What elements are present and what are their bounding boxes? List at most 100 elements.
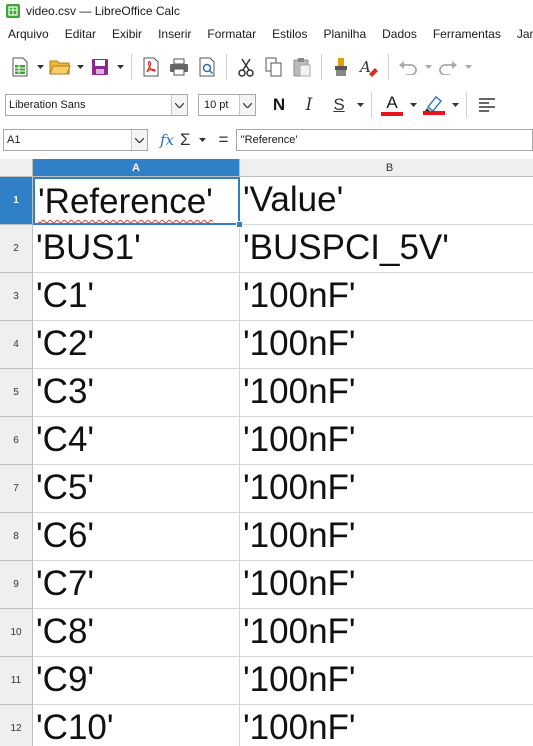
cell-column-b[interactable]: '100nF' bbox=[240, 657, 533, 705]
cell-column-a[interactable]: 'C1' bbox=[33, 273, 240, 321]
highlight-dropdown-arrow-icon[interactable] bbox=[449, 90, 461, 120]
undo-icon[interactable] bbox=[394, 52, 422, 82]
cell-column-b[interactable]: '100nF' bbox=[240, 609, 533, 657]
column-header-a[interactable]: A bbox=[33, 159, 240, 177]
menu-dados[interactable]: Dados bbox=[374, 22, 425, 46]
menu-inserir[interactable]: Inserir bbox=[150, 22, 199, 46]
cell-column-a[interactable]: 'C2' bbox=[33, 321, 240, 369]
cell-column-b[interactable]: '100nF' bbox=[240, 321, 533, 369]
print-preview-icon[interactable] bbox=[193, 52, 221, 82]
font-name-combobox[interactable]: Liberation Sans bbox=[5, 94, 188, 116]
align-left-icon[interactable] bbox=[472, 91, 502, 119]
name-box-value: A1 bbox=[7, 134, 21, 146]
cell-text: '100nF' bbox=[243, 276, 356, 315]
row-header[interactable]: 4 bbox=[0, 321, 33, 369]
cell-column-a[interactable]: 'C7' bbox=[33, 561, 240, 609]
menu-planilha[interactable]: Planilha bbox=[315, 22, 374, 46]
cell-text: '100nF' bbox=[243, 372, 356, 411]
row-header[interactable]: 6 bbox=[0, 417, 33, 465]
chevron-down-icon[interactable] bbox=[131, 130, 147, 150]
bold-button[interactable]: N bbox=[264, 91, 294, 119]
sum-icon[interactable]: Σ bbox=[180, 130, 191, 150]
fill-handle[interactable] bbox=[236, 221, 243, 228]
print-icon[interactable] bbox=[165, 52, 193, 82]
row-header[interactable]: 11 bbox=[0, 657, 33, 705]
save-icon[interactable] bbox=[86, 52, 114, 82]
font-color-dropdown-arrow-icon[interactable] bbox=[407, 90, 419, 120]
cell-column-a[interactable]: 'C8' bbox=[33, 609, 240, 657]
cell-text: 'C9' bbox=[36, 660, 95, 699]
cell-text: '100nF' bbox=[243, 612, 356, 651]
row-header[interactable]: 10 bbox=[0, 609, 33, 657]
row-header[interactable]: 7 bbox=[0, 465, 33, 513]
row-header[interactable]: 2 bbox=[0, 225, 33, 273]
menu-exibir[interactable]: Exibir bbox=[104, 22, 150, 46]
cell-column-a[interactable]: 'C9' bbox=[33, 657, 240, 705]
new-spreadsheet-icon[interactable] bbox=[6, 52, 34, 82]
save-dropdown-arrow-icon[interactable] bbox=[114, 52, 126, 82]
copy-icon[interactable] bbox=[260, 52, 288, 82]
cell-column-b[interactable]: 'BUSPCI_5V' bbox=[240, 225, 533, 273]
cell-column-a[interactable]: 'C6' bbox=[33, 513, 240, 561]
cell-column-b[interactable]: '100nF' bbox=[240, 417, 533, 465]
row-header[interactable]: 8 bbox=[0, 513, 33, 561]
select-all-corner[interactable] bbox=[0, 159, 33, 177]
cell-column-b[interactable]: '100nF' bbox=[240, 465, 533, 513]
cell-column-b[interactable]: '100nF' bbox=[240, 705, 533, 746]
cell-column-b[interactable]: '100nF' bbox=[240, 561, 533, 609]
toolbar-separator bbox=[466, 92, 467, 118]
formula-input[interactable]: ''Reference' bbox=[236, 129, 533, 151]
cut-icon[interactable] bbox=[232, 52, 260, 82]
row-header[interactable]: 12 bbox=[0, 705, 33, 746]
cell-text: 'Reference' bbox=[38, 182, 213, 221]
sum-dropdown-arrow-icon[interactable] bbox=[197, 127, 209, 153]
cell-text: '100nF' bbox=[243, 420, 356, 459]
cell-column-a[interactable]: 'C5' bbox=[33, 465, 240, 513]
open-folder-icon[interactable] bbox=[46, 52, 74, 82]
underline-button[interactable]: S bbox=[324, 91, 354, 119]
clone-formatting-icon[interactable] bbox=[327, 52, 355, 82]
cell-text: 'BUS1' bbox=[36, 228, 141, 267]
active-cell-a1[interactable]: 'Reference' bbox=[33, 177, 240, 225]
paste-icon[interactable] bbox=[288, 52, 316, 82]
cell-column-b[interactable]: '100nF' bbox=[240, 513, 533, 561]
open-dropdown-arrow-icon[interactable] bbox=[74, 52, 86, 82]
column-header-b[interactable]: B bbox=[240, 159, 533, 177]
underline-dropdown-arrow-icon[interactable] bbox=[354, 90, 366, 120]
row-header[interactable]: 9 bbox=[0, 561, 33, 609]
chevron-down-icon[interactable] bbox=[239, 95, 255, 115]
function-wizard-icon[interactable]: fx bbox=[160, 131, 174, 149]
cell-column-b[interactable]: '100nF' bbox=[240, 369, 533, 417]
font-color-button[interactable]: A bbox=[377, 91, 407, 119]
row-header[interactable]: 3 bbox=[0, 273, 33, 321]
spreadsheet-grid[interactable]: A B 1 'Reference' 'Value' 2 'BUS1' 'BUSPCI_5V… bbox=[0, 159, 533, 746]
cell-column-b[interactable]: 'Value' bbox=[240, 177, 533, 225]
highlight-color-button[interactable] bbox=[419, 91, 449, 119]
clear-formatting-icon[interactable]: A bbox=[355, 52, 383, 82]
menu-ferramentas[interactable]: Ferramentas bbox=[425, 22, 509, 46]
export-pdf-icon[interactable] bbox=[137, 52, 165, 82]
menu-formatar[interactable]: Formatar bbox=[199, 22, 264, 46]
italic-button[interactable]: I bbox=[294, 91, 324, 119]
menu-arquivo[interactable]: Arquivo bbox=[0, 22, 57, 46]
undo-dropdown-arrow-icon[interactable] bbox=[422, 52, 434, 82]
cell-column-a[interactable]: 'C4' bbox=[33, 417, 240, 465]
cell-column-a[interactable]: 'C10' bbox=[33, 705, 240, 746]
chevron-down-icon[interactable] bbox=[171, 95, 187, 115]
cell-text: '100nF' bbox=[243, 324, 356, 363]
menu-estilos[interactable]: Estilos bbox=[264, 22, 315, 46]
cell-column-a[interactable]: 'C3' bbox=[33, 369, 240, 417]
font-size-combobox[interactable]: 10 pt bbox=[198, 94, 256, 116]
menu-janela[interactable]: Janela bbox=[509, 22, 533, 46]
formula-icon[interactable]: = bbox=[219, 130, 229, 150]
redo-dropdown-arrow-icon[interactable] bbox=[462, 52, 474, 82]
cell-column-a[interactable]: 'BUS1' bbox=[33, 225, 240, 273]
row-header[interactable]: 5 bbox=[0, 369, 33, 417]
cell-column-b[interactable]: '100nF' bbox=[240, 273, 533, 321]
menu-editar[interactable]: Editar bbox=[57, 22, 104, 46]
redo-icon[interactable] bbox=[434, 52, 462, 82]
toolbar-separator bbox=[371, 92, 372, 118]
row-header[interactable]: 1 bbox=[0, 177, 33, 225]
new-dropdown-arrow-icon[interactable] bbox=[34, 52, 46, 82]
name-box[interactable]: A1 bbox=[3, 129, 148, 151]
